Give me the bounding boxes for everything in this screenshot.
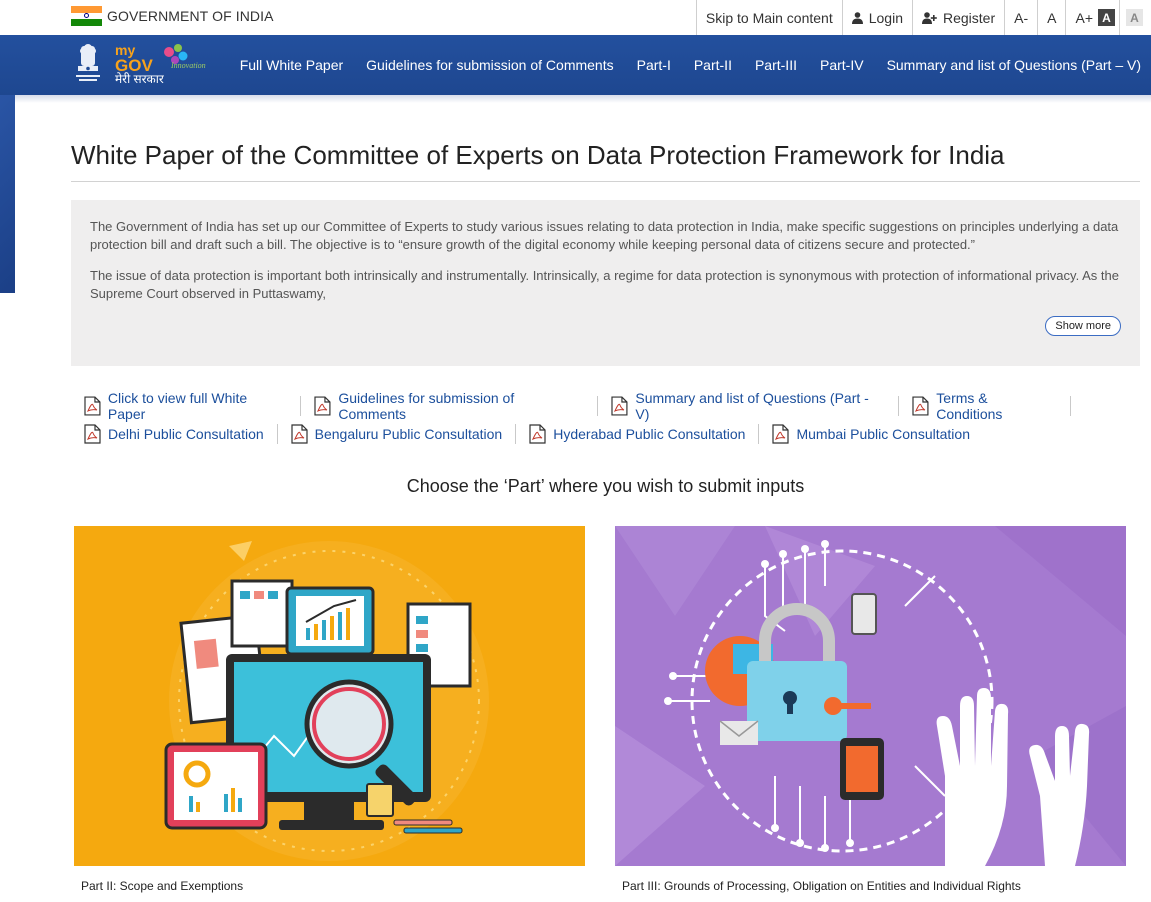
pdf-icon	[529, 424, 546, 444]
utility-nav: Skip to Main content Login Register A- A…	[695, 0, 1151, 35]
link-full-white-paper[interactable]: Click to view full White Paper	[84, 390, 302, 422]
link-terms[interactable]: Terms & Conditions	[912, 390, 1072, 422]
main-navbar: my GOV Innovation मेरी सरकार Full White …	[0, 35, 1151, 95]
gov-title: GOVERNMENT OF INDIA	[107, 8, 274, 24]
link-summary-questions[interactable]: Summary and list of Questions (Part - V)	[611, 390, 900, 422]
font-larger-label: A+	[1075, 9, 1093, 26]
show-more-button[interactable]: Show more	[1045, 316, 1121, 336]
nav-part-3[interactable]: Part-III	[755, 57, 797, 73]
font-normal-button[interactable]: A	[1037, 0, 1065, 35]
pdf-icon	[611, 396, 628, 416]
link-guidelines-label: Guidelines for submission of Comments	[338, 390, 515, 422]
decorative-shade	[15, 95, 1151, 103]
link-row-2: Delhi Public Consultation Bengaluru Publ…	[84, 420, 1084, 448]
nav-part-4[interactable]: Part-IV	[820, 57, 864, 73]
link-hyderabad[interactable]: Hyderabad Public Consultation	[529, 424, 760, 444]
document-links: Click to view full White Paper Guideline…	[84, 390, 1084, 448]
link-terms-label: Terms & Conditions	[936, 390, 1003, 422]
pdf-icon	[912, 396, 929, 416]
register-label: Register	[943, 9, 996, 26]
link-hyderabad-label: Hyderabad Public Consultation	[553, 426, 746, 442]
pdf-icon	[314, 396, 331, 416]
india-flag-icon	[71, 6, 102, 26]
part-3-card-image[interactable]	[615, 526, 1126, 866]
gov-bar: GOVERNMENT OF INDIA Skip to Main content…	[0, 0, 1151, 35]
link-delhi[interactable]: Delhi Public Consultation	[84, 424, 278, 444]
pdf-icon	[84, 396, 101, 416]
nav-part-2[interactable]: Part-II	[694, 57, 732, 73]
skip-to-content-link[interactable]: Skip to Main content	[695, 0, 842, 35]
link-bengaluru-label: Bengaluru Public Consultation	[314, 426, 503, 442]
pdf-icon	[291, 424, 308, 444]
intro-paragraph-2: The issue of data protection is importan…	[90, 268, 1119, 301]
choose-part-heading: Choose the ‘Part’ where you wish to subm…	[406, 476, 805, 496]
font-smaller-button[interactable]: A-	[1004, 0, 1037, 35]
link-mumbai-label: Mumbai Public Consultation	[796, 426, 970, 442]
mygov-hindi-label: मेरी सरकार	[115, 72, 164, 86]
add-user-icon	[922, 11, 937, 24]
analytics-illustration	[164, 541, 489, 861]
part-2-card-label[interactable]: Part II: Scope and Exemptions	[81, 879, 243, 893]
user-icon	[851, 11, 863, 24]
national-emblem-icon	[76, 44, 100, 81]
link-row-1: Click to view full White Paper Guideline…	[84, 390, 1084, 422]
page-title: White Paper of the Committee of Experts …	[71, 140, 1005, 170]
pdf-icon	[84, 424, 101, 444]
nav-part-1[interactable]: Part-I	[637, 57, 671, 73]
part-3-card-label[interactable]: Part III: Grounds of Processing, Obligat…	[622, 879, 1021, 893]
font-larger-button[interactable]: A+ A	[1065, 0, 1119, 35]
link-summary-questions-label: Summary and list of Questions (Part - V)	[635, 390, 869, 422]
intro-paragraph-1: The Government of India has set up our C…	[90, 219, 1119, 252]
title-divider	[71, 181, 1140, 182]
intro-panel: The Government of India has set up our C…	[71, 200, 1140, 366]
svg-text:Innovation: Innovation	[170, 61, 206, 70]
nav-guidelines[interactable]: Guidelines for submission of Comments	[366, 57, 613, 73]
nav-summary-part-5[interactable]: Summary and list of Questions (Part – V)	[887, 57, 1141, 73]
link-bengaluru[interactable]: Bengaluru Public Consultation	[291, 424, 517, 444]
link-guidelines[interactable]: Guidelines for submission of Comments	[314, 390, 599, 422]
nav-menu: Full White Paper Guidelines for submissi…	[217, 35, 1141, 95]
contrast-dark-button[interactable]: A	[1098, 9, 1115, 26]
privacy-lock-illustration	[615, 526, 1126, 866]
decorative-strip	[0, 95, 15, 293]
part-2-card-image[interactable]	[74, 526, 585, 866]
register-link[interactable]: Register	[912, 0, 1004, 35]
link-delhi-label: Delhi Public Consultation	[108, 426, 264, 442]
login-link[interactable]: Login	[841, 0, 912, 35]
nav-full-white-paper[interactable]: Full White Paper	[240, 57, 343, 73]
link-full-white-paper-label: Click to view full White Paper	[107, 390, 248, 422]
login-label: Login	[868, 9, 903, 26]
contrast-light-wrap: A	[1119, 0, 1151, 35]
pdf-icon	[772, 424, 790, 444]
contrast-light-button[interactable]: A	[1126, 9, 1143, 26]
link-mumbai[interactable]: Mumbai Public Consultation	[772, 424, 983, 444]
